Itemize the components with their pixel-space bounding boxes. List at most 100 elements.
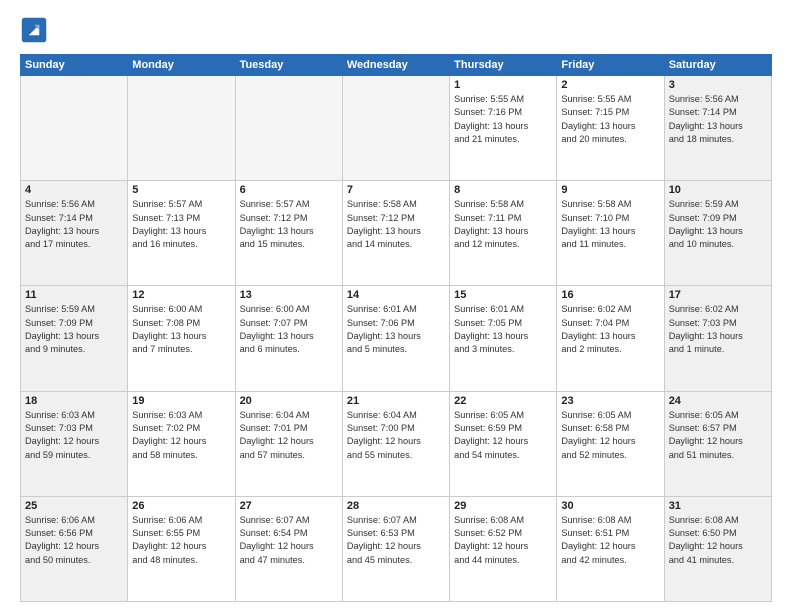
calendar-cell: 24 Sunrise: 6:05 AMSunset: 6:57 PMDayligh… — [664, 391, 771, 496]
day-number: 15 — [454, 289, 552, 301]
day-number: 14 — [347, 289, 445, 301]
calendar-cell: 2 Sunrise: 5:55 AMSunset: 7:15 PMDaylight… — [557, 76, 664, 181]
day-number: 3 — [669, 79, 767, 91]
calendar-cell: 28 Sunrise: 6:07 AMSunset: 6:53 PMDayligh… — [342, 496, 449, 601]
calendar-cell: 7 Sunrise: 5:58 AMSunset: 7:12 PMDaylight… — [342, 181, 449, 286]
day-info: Sunrise: 6:06 AMSunset: 6:55 PMDaylight:… — [132, 514, 230, 567]
calendar-cell: 1 Sunrise: 5:55 AMSunset: 7:16 PMDaylight… — [450, 76, 557, 181]
calendar-cell: 14 Sunrise: 6:01 AMSunset: 7:06 PMDayligh… — [342, 286, 449, 391]
day-number: 6 — [240, 184, 338, 196]
day-number: 8 — [454, 184, 552, 196]
day-number: 18 — [25, 395, 123, 407]
day-info: Sunrise: 6:06 AMSunset: 6:56 PMDaylight:… — [25, 514, 123, 567]
day-number: 4 — [25, 184, 123, 196]
calendar-cell: 29 Sunrise: 6:08 AMSunset: 6:52 PMDayligh… — [450, 496, 557, 601]
day-info: Sunrise: 5:59 AMSunset: 7:09 PMDaylight:… — [669, 198, 767, 251]
day-number: 5 — [132, 184, 230, 196]
calendar-cell: 18 Sunrise: 6:03 AMSunset: 7:03 PMDayligh… — [21, 391, 128, 496]
day-info: Sunrise: 6:00 AMSunset: 7:07 PMDaylight:… — [240, 303, 338, 356]
day-number: 10 — [669, 184, 767, 196]
day-info: Sunrise: 6:01 AMSunset: 7:06 PMDaylight:… — [347, 303, 445, 356]
logo — [20, 16, 52, 44]
day-number: 25 — [25, 500, 123, 512]
day-info: Sunrise: 5:58 AMSunset: 7:12 PMDaylight:… — [347, 198, 445, 251]
day-info: Sunrise: 6:05 AMSunset: 6:58 PMDaylight:… — [561, 409, 659, 462]
calendar-cell: 17 Sunrise: 6:02 AMSunset: 7:03 PMDayligh… — [664, 286, 771, 391]
calendar-cell: 30Sunrise: 6:08 AMSunset: 6:51 PMDayligh… — [557, 496, 664, 601]
calendar-cell: 11 Sunrise: 5:59 AMSunset: 7:09 PMDayligh… — [21, 286, 128, 391]
calendar: SundayMondayTuesdayWednesdayThursdayFrid… — [20, 54, 772, 602]
day-number: 7 — [347, 184, 445, 196]
calendar-cell: 8 Sunrise: 5:58 AMSunset: 7:11 PMDaylight… — [450, 181, 557, 286]
calendar-cell: 25 Sunrise: 6:06 AMSunset: 6:56 PMDayligh… — [21, 496, 128, 601]
day-number: 17 — [669, 289, 767, 301]
day-number: 20 — [240, 395, 338, 407]
calendar-cell — [235, 76, 342, 181]
calendar-cell: 9Sunrise: 5:58 AMSunset: 7:10 PMDaylight… — [557, 181, 664, 286]
weekday-header-friday: Friday — [557, 55, 664, 76]
day-number: 16 — [561, 289, 659, 301]
day-number: 12 — [132, 289, 230, 301]
calendar-body: 1 Sunrise: 5:55 AMSunset: 7:16 PMDaylight… — [21, 76, 772, 602]
day-info: Sunrise: 6:02 AMSunset: 7:04 PMDaylight:… — [561, 303, 659, 356]
calendar-cell: 23 Sunrise: 6:05 AMSunset: 6:58 PMDayligh… — [557, 391, 664, 496]
weekday-header-monday: Monday — [128, 55, 235, 76]
day-info: Sunrise: 6:04 AMSunset: 7:01 PMDaylight:… — [240, 409, 338, 462]
day-number: 11 — [25, 289, 123, 301]
weekday-header-sunday: Sunday — [21, 55, 128, 76]
calendar-week-5: 25 Sunrise: 6:06 AMSunset: 6:56 PMDayligh… — [21, 496, 772, 601]
day-number: 19 — [132, 395, 230, 407]
day-info: Sunrise: 6:04 AMSunset: 7:00 PMDaylight:… — [347, 409, 445, 462]
day-info: Sunrise: 6:00 AMSunset: 7:08 PMDaylight:… — [132, 303, 230, 356]
calendar-cell: 21 Sunrise: 6:04 AMSunset: 7:00 PMDayligh… — [342, 391, 449, 496]
calendar-week-2: 4 Sunrise: 5:56 AMSunset: 7:14 PMDaylight… — [21, 181, 772, 286]
day-number: 9 — [561, 184, 659, 196]
calendar-cell: 26Sunrise: 6:06 AMSunset: 6:55 PMDayligh… — [128, 496, 235, 601]
day-info: Sunrise: 6:01 AMSunset: 7:05 PMDaylight:… — [454, 303, 552, 356]
calendar-cell — [128, 76, 235, 181]
calendar-cell — [342, 76, 449, 181]
day-number: 2 — [561, 79, 659, 91]
calendar-cell: 15 Sunrise: 6:01 AMSunset: 7:05 PMDayligh… — [450, 286, 557, 391]
day-number: 28 — [347, 500, 445, 512]
header — [20, 16, 772, 44]
day-info: Sunrise: 6:02 AMSunset: 7:03 PMDaylight:… — [669, 303, 767, 356]
calendar-cell: 10 Sunrise: 5:59 AMSunset: 7:09 PMDayligh… — [664, 181, 771, 286]
calendar-week-4: 18 Sunrise: 6:03 AMSunset: 7:03 PMDayligh… — [21, 391, 772, 496]
day-info: Sunrise: 6:08 AMSunset: 6:52 PMDaylight:… — [454, 514, 552, 567]
day-info: Sunrise: 6:07 AMSunset: 6:53 PMDaylight:… — [347, 514, 445, 567]
day-number: 30 — [561, 500, 659, 512]
day-number: 1 — [454, 79, 552, 91]
day-number: 23 — [561, 395, 659, 407]
calendar-cell: 13Sunrise: 6:00 AMSunset: 7:07 PMDayligh… — [235, 286, 342, 391]
day-info: Sunrise: 5:55 AMSunset: 7:15 PMDaylight:… — [561, 93, 659, 146]
day-info: Sunrise: 6:03 AMSunset: 7:02 PMDaylight:… — [132, 409, 230, 462]
calendar-cell: 20 Sunrise: 6:04 AMSunset: 7:01 PMDayligh… — [235, 391, 342, 496]
day-info: Sunrise: 5:59 AMSunset: 7:09 PMDaylight:… — [25, 303, 123, 356]
day-info: Sunrise: 6:05 AMSunset: 6:57 PMDaylight:… — [669, 409, 767, 462]
day-info: Sunrise: 6:05 AMSunset: 6:59 PMDaylight:… — [454, 409, 552, 462]
day-number: 22 — [454, 395, 552, 407]
weekday-header-row: SundayMondayTuesdayWednesdayThursdayFrid… — [21, 55, 772, 76]
day-info: Sunrise: 5:56 AMSunset: 7:14 PMDaylight:… — [25, 198, 123, 251]
day-info: Sunrise: 5:58 AMSunset: 7:11 PMDaylight:… — [454, 198, 552, 251]
calendar-cell: 16 Sunrise: 6:02 AMSunset: 7:04 PMDayligh… — [557, 286, 664, 391]
calendar-cell: 31Sunrise: 6:08 AMSunset: 6:50 PMDayligh… — [664, 496, 771, 601]
day-number: 24 — [669, 395, 767, 407]
calendar-week-1: 1 Sunrise: 5:55 AMSunset: 7:16 PMDaylight… — [21, 76, 772, 181]
day-number: 27 — [240, 500, 338, 512]
day-info: Sunrise: 5:55 AMSunset: 7:16 PMDaylight:… — [454, 93, 552, 146]
day-number: 31 — [669, 500, 767, 512]
calendar-cell: 6Sunrise: 5:57 AMSunset: 7:12 PMDaylight… — [235, 181, 342, 286]
weekday-header-wednesday: Wednesday — [342, 55, 449, 76]
day-number: 29 — [454, 500, 552, 512]
calendar-cell: 22 Sunrise: 6:05 AMSunset: 6:59 PMDayligh… — [450, 391, 557, 496]
day-info: Sunrise: 5:57 AMSunset: 7:13 PMDaylight:… — [132, 198, 230, 251]
weekday-header-tuesday: Tuesday — [235, 55, 342, 76]
day-number: 21 — [347, 395, 445, 407]
day-info: Sunrise: 6:07 AMSunset: 6:54 PMDaylight:… — [240, 514, 338, 567]
calendar-cell — [21, 76, 128, 181]
day-info: Sunrise: 6:03 AMSunset: 7:03 PMDaylight:… — [25, 409, 123, 462]
calendar-header: SundayMondayTuesdayWednesdayThursdayFrid… — [21, 55, 772, 76]
weekday-header-thursday: Thursday — [450, 55, 557, 76]
